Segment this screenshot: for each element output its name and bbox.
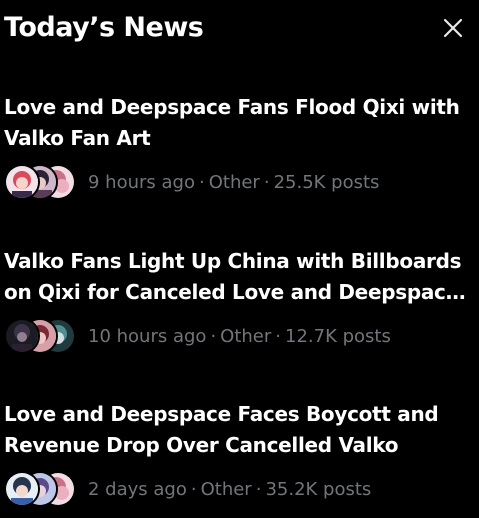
news-time: 2 days ago — [88, 478, 187, 500]
avatar-group — [4, 318, 76, 354]
news-headline-line: Valko Fan Art — [4, 126, 151, 150]
news-post-count: 25.5K posts — [273, 171, 380, 193]
news-headline-line: Love and Deepspace Fans Flood Qixi with — [4, 95, 460, 119]
meta-separator: · — [198, 171, 205, 193]
news-meta: 10 hours ago · Other · 12.7K posts — [88, 326, 391, 347]
news-headline-line: Valko Fans Light Up China with Billboard… — [4, 249, 462, 273]
news-meta: 2 days ago · Other · 35.2K posts — [88, 479, 371, 500]
meta-separator: · — [190, 478, 197, 500]
news-item[interactable]: Valko Fans Light Up China with Billboard… — [4, 246, 473, 354]
news-meta: 9 hours ago · Other · 25.5K posts — [88, 172, 379, 193]
close-icon[interactable] — [441, 16, 465, 40]
news-headline-line: Love and Deepspace Faces Boycott and — [4, 402, 439, 426]
news-panel-header: Today’s News — [4, 8, 479, 48]
avatar-group — [4, 471, 76, 507]
meta-separator: · — [275, 325, 282, 347]
news-item[interactable]: Love and Deepspace Faces Boycott and Rev… — [4, 399, 473, 507]
news-post-count: 12.7K posts — [285, 325, 391, 347]
news-category: Other — [220, 325, 272, 347]
page-title: Today’s News — [4, 12, 204, 43]
avatar — [4, 318, 40, 354]
avatar-group — [4, 164, 76, 200]
news-meta-row: 9 hours ago · Other · 25.5K posts — [4, 164, 473, 200]
news-item[interactable]: Love and Deepspace Fans Flood Qixi with … — [4, 92, 473, 200]
news-category: Other — [200, 478, 252, 500]
meta-separator: · — [263, 171, 270, 193]
news-time: 10 hours ago — [88, 325, 207, 347]
meta-separator: · — [210, 325, 217, 347]
news-time: 9 hours ago — [88, 171, 195, 193]
news-meta-row: 10 hours ago · Other · 12.7K posts — [4, 318, 473, 354]
news-category: Other — [208, 171, 260, 193]
news-meta-row: 2 days ago · Other · 35.2K posts — [4, 471, 473, 507]
news-headline-line: Revenue Drop Over Cancelled Valko — [4, 433, 399, 457]
avatar — [4, 471, 40, 507]
news-headline-line: on Qixi for Canceled Love and Deepspace … — [4, 280, 473, 304]
news-post-count: 35.2K posts — [265, 478, 372, 500]
avatar — [4, 164, 40, 200]
meta-separator: · — [255, 478, 262, 500]
